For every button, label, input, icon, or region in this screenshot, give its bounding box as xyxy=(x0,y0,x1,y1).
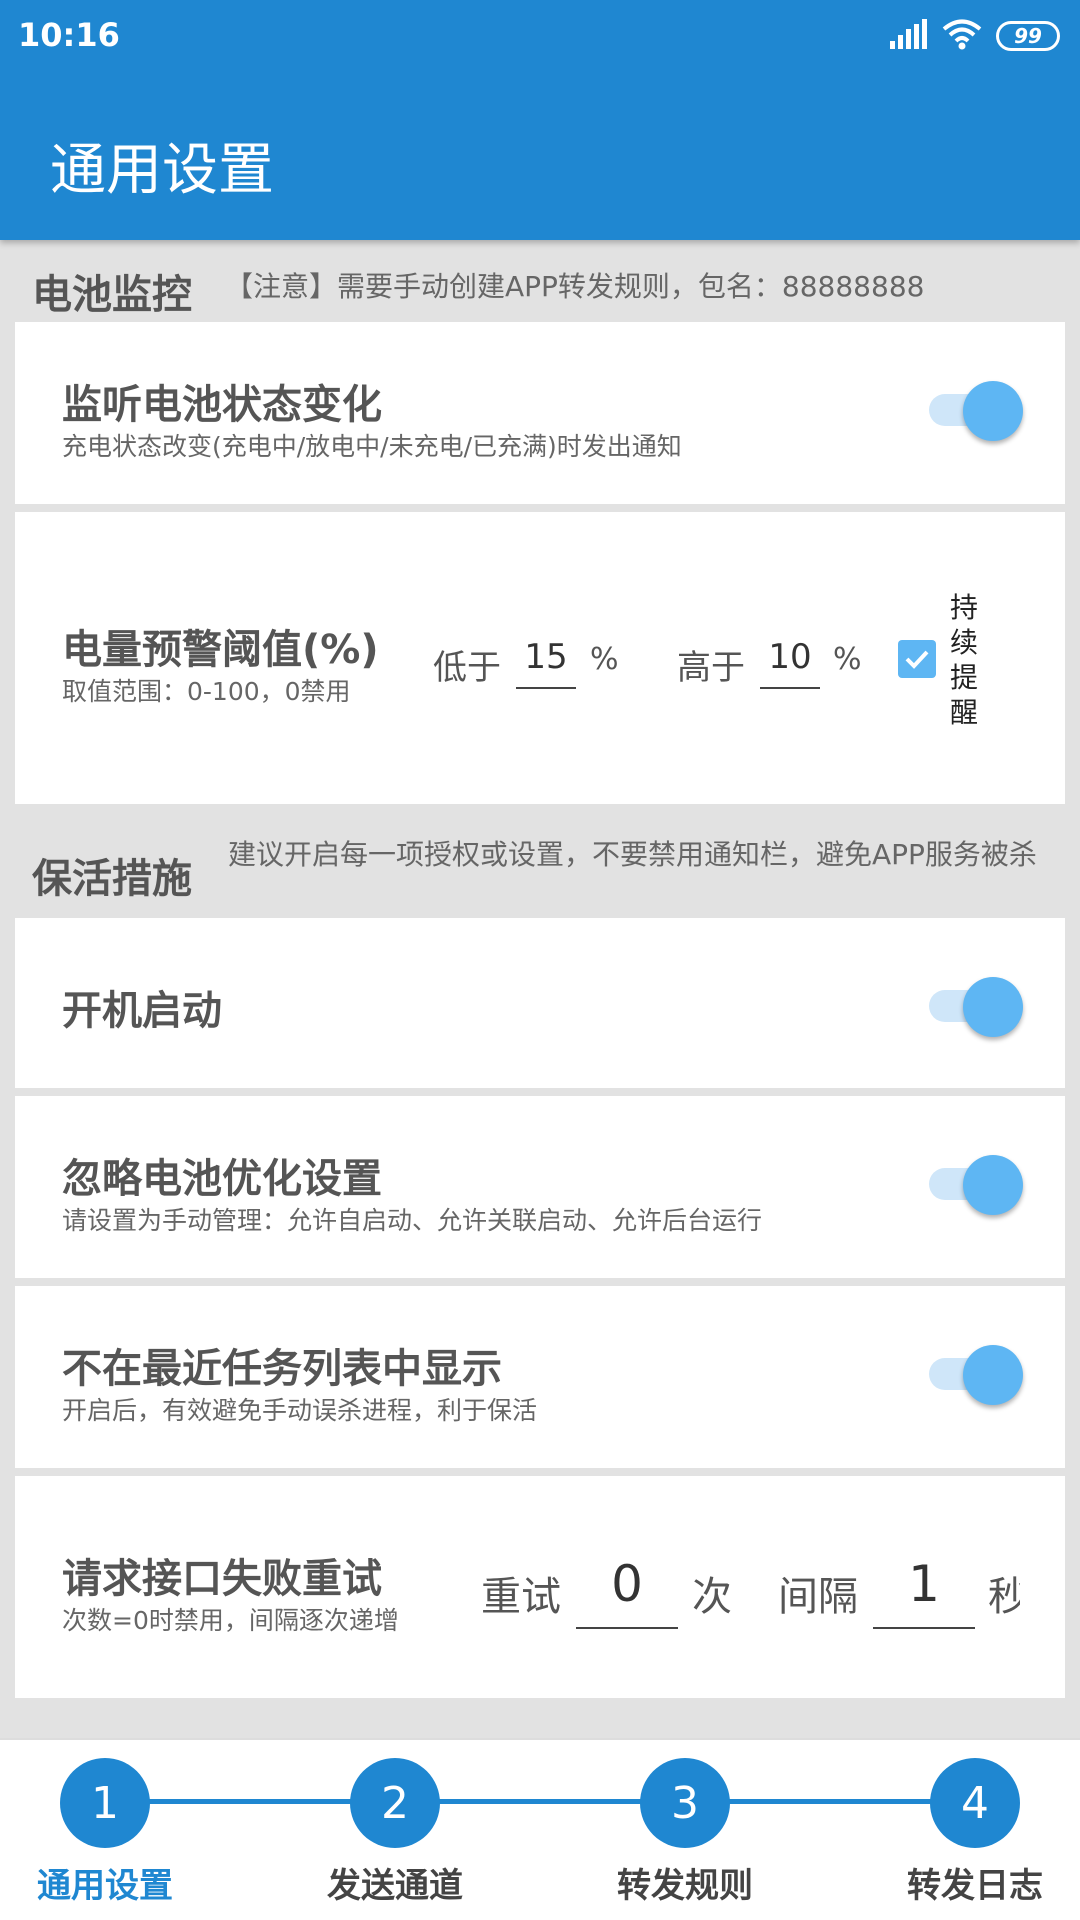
retry-count-input[interactable]: 0 xyxy=(576,1555,678,1629)
switch-thumb xyxy=(963,1345,1023,1405)
page-title: 通用设置 xyxy=(50,138,274,203)
wifi-icon xyxy=(942,18,982,54)
high-threshold-input[interactable]: 10 xyxy=(760,637,820,689)
step-2-circle[interactable]: 2 xyxy=(350,1758,440,1848)
battery-icon: 99 xyxy=(996,21,1060,51)
switch-thumb xyxy=(963,1155,1023,1215)
step-3-circle[interactable]: 3 xyxy=(640,1758,730,1848)
listen-battery-row[interactable]: 监听电池状态变化 充电状态改变(充电中/放电中/未充电/已充满)时发出通知 xyxy=(15,322,1065,504)
keepalive-section-note: 建议开启每一项授权或设置，不要禁用通知栏，避免APP服务被杀 xyxy=(228,838,1037,871)
threshold-subtitle: 取值范围：0-100，0禁用 xyxy=(62,677,351,706)
persist-reminder-checkbox[interactable] xyxy=(898,640,936,678)
hide-from-recents-row[interactable]: 不在最近任务列表中显示 开启后，有效避免手动误杀进程，利于保活 xyxy=(15,1286,1065,1468)
ignore-battery-optimization-title: 忽略电池优化设置 xyxy=(62,1156,382,1202)
retry-interval-label: 间隔 xyxy=(778,1574,858,1620)
step-4-label[interactable]: 转发日志 xyxy=(855,1858,1080,1907)
status-time: 10:16 xyxy=(18,16,120,54)
boot-start-row[interactable]: 开机启动 xyxy=(15,918,1065,1088)
switch-thumb xyxy=(963,977,1023,1037)
step-2-label[interactable]: 发送通道 xyxy=(275,1858,515,1907)
high-threshold-unit: % xyxy=(833,642,862,677)
battery-section-note: 【注意】需要手动创建APP转发规则，包名：88888888 xyxy=(225,270,925,303)
keepalive-section-title: 保活措施 xyxy=(32,856,192,902)
persist-reminder-label[interactable]: 持续提醒 xyxy=(950,590,984,730)
retry-count-unit: 次 xyxy=(692,1574,732,1620)
listen-battery-switch[interactable] xyxy=(915,372,1027,442)
request-retry-subtitle: 次数=0时禁用，间隔逐次递增 xyxy=(62,1606,399,1635)
step-1-circle[interactable]: 1 xyxy=(60,1758,150,1848)
listen-battery-subtitle: 充电状态改变(充电中/放电中/未充电/已充满)时发出通知 xyxy=(62,432,682,461)
keepalive-section-header: 保活措施 建议开启每一项授权或设置，不要禁用通知栏，避免APP服务被杀 xyxy=(0,812,1080,917)
ignore-battery-optimization-switch[interactable] xyxy=(915,1146,1027,1216)
ignore-battery-optimization-subtitle: 请设置为手动管理：允许自启动、允许关联启动、允许后台运行 xyxy=(62,1206,763,1235)
hide-from-recents-switch[interactable] xyxy=(915,1336,1027,1406)
hide-from-recents-subtitle: 开启后，有效避免手动误杀进程，利于保活 xyxy=(62,1396,538,1425)
switch-thumb xyxy=(963,381,1023,441)
battery-section-title: 电池监控 xyxy=(32,272,192,318)
boot-start-title: 开机启动 xyxy=(62,988,222,1034)
battery-section-header: 电池监控 【注意】需要手动创建APP转发规则，包名：88888888 xyxy=(0,250,1080,320)
listen-battery-title: 监听电池状态变化 xyxy=(62,382,382,428)
high-threshold-label: 高于 xyxy=(677,648,745,688)
status-bar: 10:16 99 xyxy=(0,0,1080,72)
signal-icon xyxy=(888,19,928,53)
ignore-battery-optimization-row[interactable]: 忽略电池优化设置 请设置为手动管理：允许自启动、允许关联启动、允许后台运行 xyxy=(15,1096,1065,1278)
status-icons: 99 xyxy=(888,18,1060,54)
check-icon xyxy=(905,650,929,669)
low-threshold-input[interactable]: 15 xyxy=(516,637,576,689)
low-threshold-label: 低于 xyxy=(433,648,501,688)
step-4-circle[interactable]: 4 xyxy=(930,1758,1020,1848)
low-threshold-unit: % xyxy=(590,642,619,677)
retry-interval-input[interactable]: 1 xyxy=(873,1555,975,1629)
threshold-title: 电量预警阈值(%) xyxy=(62,627,379,673)
retry-count-label: 重试 xyxy=(481,1574,561,1620)
step-3-label[interactable]: 转发规则 xyxy=(565,1858,805,1907)
step-1-label[interactable]: 通用设置 xyxy=(0,1858,225,1907)
stepper-line xyxy=(104,1799,976,1804)
app-bar: 10:16 99 通用设置 xyxy=(0,0,1080,240)
boot-start-switch[interactable] xyxy=(915,968,1027,1038)
retry-interval-unit: 秒 xyxy=(988,1574,1020,1620)
hide-from-recents-title: 不在最近任务列表中显示 xyxy=(62,1346,502,1392)
request-retry-title: 请求接口失败重试 xyxy=(62,1556,382,1602)
